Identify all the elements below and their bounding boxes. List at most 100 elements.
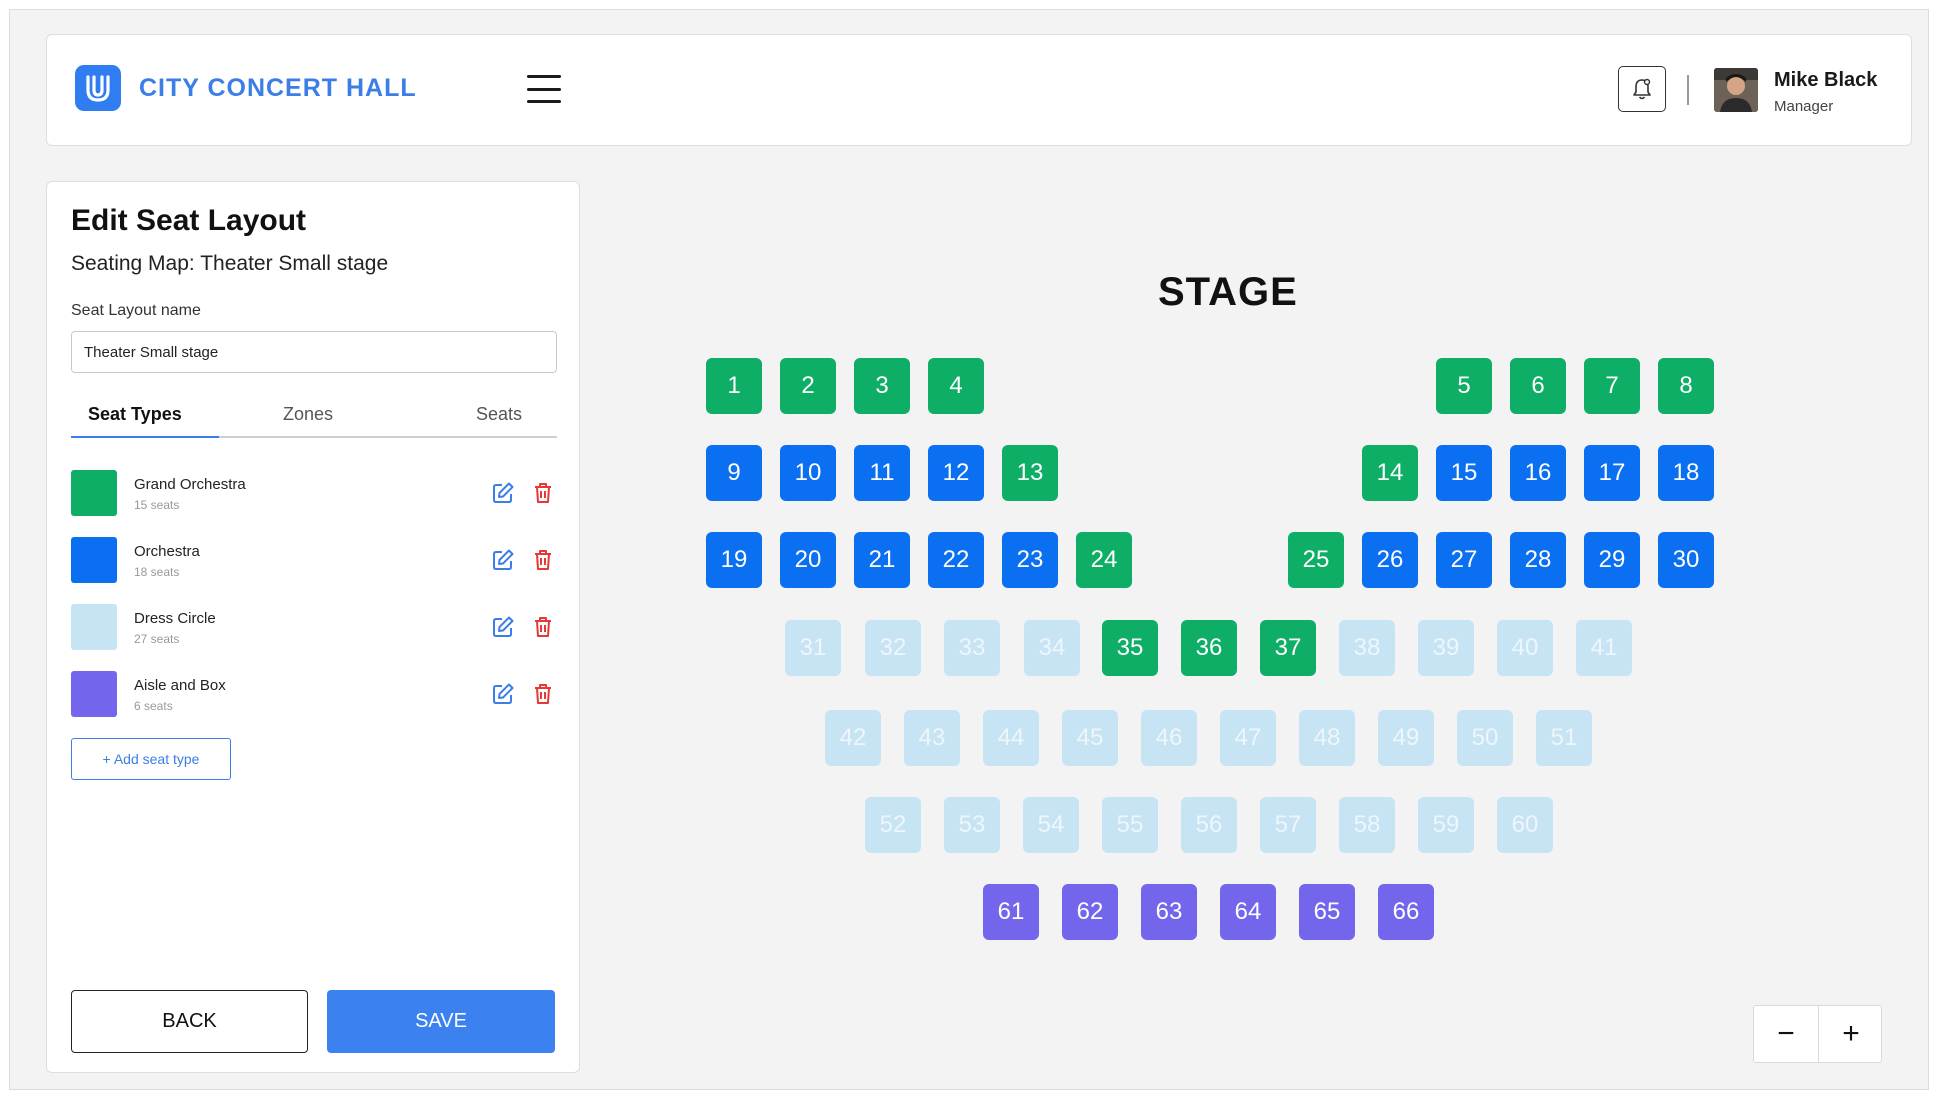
seat-45[interactable]: 45	[1062, 710, 1118, 766]
seat-49[interactable]: 49	[1378, 710, 1434, 766]
seat-44[interactable]: 44	[983, 710, 1039, 766]
seat-10[interactable]: 10	[780, 445, 836, 501]
seat-30[interactable]: 30	[1658, 532, 1714, 588]
edit-icon[interactable]	[491, 548, 515, 572]
tab-seats[interactable]: Seats	[476, 404, 522, 425]
seat-type-item: Dress Circle 27 seats	[71, 604, 557, 650]
edit-icon[interactable]	[491, 481, 515, 505]
seat-41[interactable]: 41	[1576, 620, 1632, 676]
seat-38[interactable]: 38	[1339, 620, 1395, 676]
seat-11[interactable]: 11	[854, 445, 910, 501]
avatar[interactable]	[1714, 68, 1758, 112]
seat-3[interactable]: 3	[854, 358, 910, 414]
seat-50[interactable]: 50	[1457, 710, 1513, 766]
seat-12[interactable]: 12	[928, 445, 984, 501]
seat-55[interactable]: 55	[1102, 797, 1158, 853]
seat-17[interactable]: 17	[1584, 445, 1640, 501]
seat-29[interactable]: 29	[1584, 532, 1640, 588]
seat-7[interactable]: 7	[1584, 358, 1640, 414]
seat-9[interactable]: 9	[706, 445, 762, 501]
seat-8[interactable]: 8	[1658, 358, 1714, 414]
seat-25[interactable]: 25	[1288, 532, 1344, 588]
trash-icon[interactable]	[533, 548, 553, 572]
seat-51[interactable]: 51	[1536, 710, 1592, 766]
seating-map-subtitle: Seating Map: Theater Small stage	[71, 252, 389, 275]
seat-58[interactable]: 58	[1339, 797, 1395, 853]
seat-61[interactable]: 61	[983, 884, 1039, 940]
seat-48[interactable]: 48	[1299, 710, 1355, 766]
trash-icon[interactable]	[533, 481, 553, 505]
seat-36[interactable]: 36	[1181, 620, 1237, 676]
stage-label: STAGE	[1158, 270, 1298, 314]
seat-5[interactable]: 5	[1436, 358, 1492, 414]
seat-65[interactable]: 65	[1299, 884, 1355, 940]
tab-seat-types[interactable]: Seat Types	[88, 404, 182, 425]
seat-type-count: 6 seats	[134, 699, 173, 713]
seat-26[interactable]: 26	[1362, 532, 1418, 588]
bell-icon[interactable]	[1618, 66, 1666, 112]
seat-56[interactable]: 56	[1181, 797, 1237, 853]
seat-53[interactable]: 53	[944, 797, 1000, 853]
seat-54[interactable]: 54	[1023, 797, 1079, 853]
seat-21[interactable]: 21	[854, 532, 910, 588]
seat-24[interactable]: 24	[1076, 532, 1132, 588]
zoom-out-button[interactable]: −	[1754, 1006, 1818, 1062]
tab-zones[interactable]: Zones	[283, 404, 333, 425]
seat-28[interactable]: 28	[1510, 532, 1566, 588]
seat-32[interactable]: 32	[865, 620, 921, 676]
seat-37[interactable]: 37	[1260, 620, 1316, 676]
seat-43[interactable]: 43	[904, 710, 960, 766]
edit-icon[interactable]	[491, 615, 515, 639]
seat-27[interactable]: 27	[1436, 532, 1492, 588]
seat-42[interactable]: 42	[825, 710, 881, 766]
seat-40[interactable]: 40	[1497, 620, 1553, 676]
trash-icon[interactable]	[533, 682, 553, 706]
seat-57[interactable]: 57	[1260, 797, 1316, 853]
edit-icon[interactable]	[491, 682, 515, 706]
seat-39[interactable]: 39	[1418, 620, 1474, 676]
back-button[interactable]: BACK	[71, 990, 308, 1053]
seat-20[interactable]: 20	[780, 532, 836, 588]
seat-16[interactable]: 16	[1510, 445, 1566, 501]
seat-13[interactable]: 13	[1002, 445, 1058, 501]
seat-type-count: 27 seats	[134, 632, 180, 646]
user-role: Manager	[1774, 98, 1834, 115]
seat-59[interactable]: 59	[1418, 797, 1474, 853]
seat-46[interactable]: 46	[1141, 710, 1197, 766]
zoom-in-button[interactable]: +	[1819, 1006, 1883, 1062]
seat-62[interactable]: 62	[1062, 884, 1118, 940]
seat-14[interactable]: 14	[1362, 445, 1418, 501]
zoom-controls: − +	[1753, 1005, 1882, 1063]
seat-type-color-swatch	[71, 537, 117, 583]
seat-31[interactable]: 31	[785, 620, 841, 676]
trash-icon[interactable]	[533, 615, 553, 639]
seat-1[interactable]: 1	[706, 358, 762, 414]
seat-34[interactable]: 34	[1024, 620, 1080, 676]
seat-35[interactable]: 35	[1102, 620, 1158, 676]
seat-60[interactable]: 60	[1497, 797, 1553, 853]
seat-63[interactable]: 63	[1141, 884, 1197, 940]
seat-15[interactable]: 15	[1436, 445, 1492, 501]
hamburger-menu-icon[interactable]	[527, 75, 561, 103]
seat-66[interactable]: 66	[1378, 884, 1434, 940]
seat-47[interactable]: 47	[1220, 710, 1276, 766]
seat-23[interactable]: 23	[1002, 532, 1058, 588]
seat-type-item: Aisle and Box 6 seats	[71, 671, 557, 717]
seat-6[interactable]: 6	[1510, 358, 1566, 414]
seat-22[interactable]: 22	[928, 532, 984, 588]
add-seat-type-button[interactable]: + Add seat type	[71, 738, 231, 780]
seat-type-item: Grand Orchestra 15 seats	[71, 470, 557, 516]
save-button[interactable]: SAVE	[327, 990, 555, 1053]
seat-33[interactable]: 33	[944, 620, 1000, 676]
seat-19[interactable]: 19	[706, 532, 762, 588]
seat-4[interactable]: 4	[928, 358, 984, 414]
seat-type-color-swatch	[71, 470, 117, 516]
layout-name-input[interactable]	[71, 331, 557, 373]
layout-name-label: Seat Layout name	[71, 302, 201, 319]
seat-2[interactable]: 2	[780, 358, 836, 414]
seat-type-color-swatch	[71, 604, 117, 650]
seat-52[interactable]: 52	[865, 797, 921, 853]
edit-seat-layout-panel: Edit Seat Layout Seating Map: Theater Sm…	[46, 181, 580, 1073]
seat-64[interactable]: 64	[1220, 884, 1276, 940]
seat-18[interactable]: 18	[1658, 445, 1714, 501]
